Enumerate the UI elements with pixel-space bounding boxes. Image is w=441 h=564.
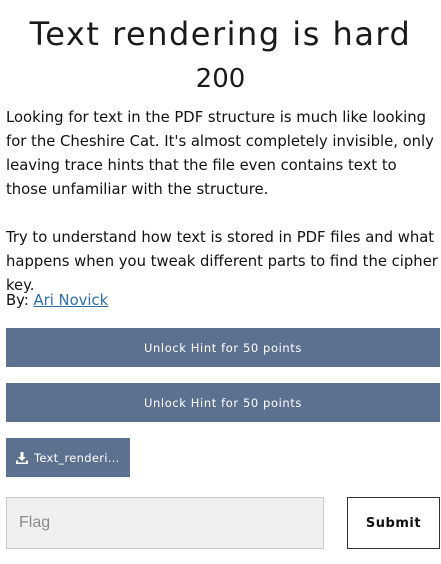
flag-input[interactable] (6, 497, 324, 549)
file-name: Text_renderi... (34, 450, 120, 465)
unlock-hint-button[interactable]: Unlock Hint for 50 points (6, 328, 440, 367)
author-prefix: By: (6, 292, 34, 309)
unlock-hint-button[interactable]: Unlock Hint for 50 points (6, 383, 440, 422)
download-icon (15, 451, 29, 465)
challenge-points: 200 (195, 64, 246, 94)
submit-button[interactable]: Submit (347, 497, 440, 549)
challenge-title: Text rendering is hard (29, 15, 412, 53)
author-link[interactable]: Ari Novick (34, 292, 109, 309)
challenge-description: Looking for text in the PDF structure is… (6, 106, 438, 298)
description-paragraph: Looking for text in the PDF structure is… (6, 109, 434, 198)
challenge-window: Text rendering is hard 200 Looking for t… (0, 0, 441, 564)
file-download-button[interactable]: Text_renderi... (6, 438, 130, 477)
description-paragraph: Try to understand how text is stored in … (6, 229, 438, 294)
author-line: By: Ari Novick (6, 289, 108, 313)
